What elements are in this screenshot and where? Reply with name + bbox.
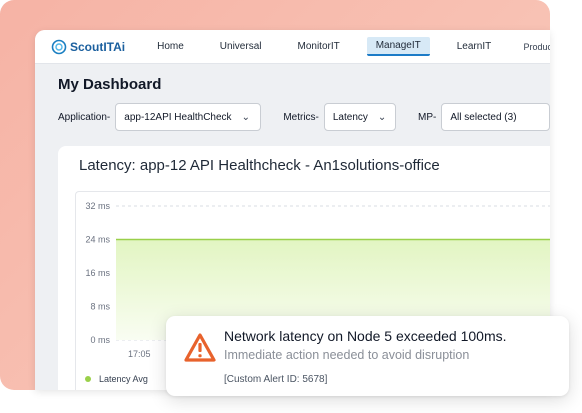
logo-text: ScoutITAi xyxy=(70,39,126,54)
y-tick-label: 24 ms xyxy=(85,235,110,245)
dashboard-content: My Dashboard Application- app-12API Heal… xyxy=(35,76,550,132)
alert-toast[interactable]: Network latency on Node 5 exceeded 100ms… xyxy=(166,316,569,396)
mp-select[interactable]: All selected (3) xyxy=(441,103,550,131)
app-logo[interactable]: ScoutITAi xyxy=(51,38,125,56)
y-tick-label: 0 ms xyxy=(90,335,110,345)
mp-label: MP- xyxy=(418,111,437,123)
metrics-label: Metrics- xyxy=(283,111,319,123)
y-tick-label: 8 ms xyxy=(90,302,110,312)
application-select[interactable]: app-12API HealthCheck ⌄ xyxy=(115,103,262,131)
application-value: app-12API HealthCheck xyxy=(124,111,232,123)
top-nav: ScoutITAi Home Universal MonitorIT Manag… xyxy=(35,30,550,64)
mp-value: All selected (3) xyxy=(450,111,517,123)
nav-monitorit[interactable]: MonitorIT xyxy=(288,38,348,55)
alert-title: Network latency on Node 5 exceeded 100ms… xyxy=(224,328,507,344)
nav-manageit[interactable]: ManageIT xyxy=(366,37,430,56)
application-label: Application- xyxy=(58,111,111,123)
filter-bar: Application- app-12API HealthCheck ⌄ Met… xyxy=(58,102,550,132)
chevron-down-icon: ⌄ xyxy=(241,111,250,123)
metrics-value: Latency xyxy=(332,111,368,123)
chevron-down-icon: ⌄ xyxy=(377,111,387,123)
alert-subtitle: Immediate action needed to avoid disrupt… xyxy=(224,348,470,362)
page-title: My Dashboard xyxy=(58,76,162,93)
logo-icon xyxy=(51,39,67,54)
x-tick-label: 17:05 xyxy=(128,349,151,359)
y-tick-label: 16 ms xyxy=(85,268,110,278)
chart-legend[interactable]: Latency Avg xyxy=(85,374,148,384)
legend-label: Latency Avg xyxy=(99,374,148,384)
warning-triangle-icon xyxy=(184,333,216,362)
chart-title: Latency: app-12 API Healthcheck - An1sol… xyxy=(79,157,440,174)
alert-id: [Custom Alert ID: 5678] xyxy=(224,374,328,385)
metrics-select[interactable]: Latency ⌄ xyxy=(323,103,397,131)
nav-products[interactable]: Produc xyxy=(523,42,550,52)
y-tick-label: 32 ms xyxy=(85,201,110,211)
nav-universal[interactable]: Universal xyxy=(211,38,271,55)
legend-marker xyxy=(85,376,91,382)
nav-home[interactable]: Home xyxy=(148,38,193,55)
nav-learnit[interactable]: LearnIT xyxy=(448,38,500,55)
